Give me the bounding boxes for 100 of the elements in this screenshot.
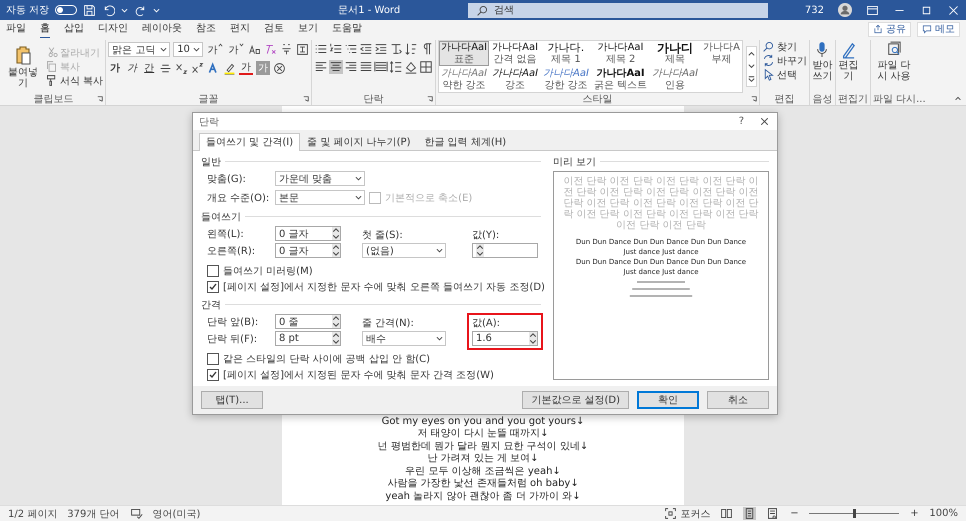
italic-button[interactable]: 가 xyxy=(125,61,140,75)
dialog-button[interactable]: 기본값으로 설정(D) xyxy=(522,391,629,409)
document-line: 난 가려져 있는 게 보여↓ xyxy=(427,453,539,466)
document-line: yeah 놀라지 않아 괜찮아 좀 더 가까이 와↓ xyxy=(385,490,581,503)
zoom-in-button[interactable]: + xyxy=(909,508,920,519)
style-item[interactable]: 가나다AaI 제목 2 xyxy=(592,41,650,66)
ribbon-tab[interactable]: 참조 xyxy=(196,19,216,39)
field-label: 오른쪽(R): xyxy=(207,244,256,258)
search-field[interactable]: 검색 xyxy=(468,2,768,18)
dialog-button[interactable]: 탭(T)... xyxy=(201,391,263,409)
checkbox-label: [페이지 설정]에서 지정한 문자 수에 맞춰 오른쪽 들여쓰기 자동 조정(D) xyxy=(223,281,545,294)
line-spacing-dropdown[interactable]: 배수 xyxy=(362,331,446,346)
previous-paragraph-text: 이전 단락 이전 단락 이전 단락 이전 단락 이전 단락 이전 단락 이전 단락 이전 단락 이전 단락 이전 단락 이전 단락 이전 단락 이전 단락 이전 단락 이전 단락 이전 단락 이전 단락 이전 단락 이전 단락 xyxy=(562,176,760,231)
dialog-button[interactable]: 확인 xyxy=(637,391,699,409)
group-label: 글꼴 xyxy=(198,93,219,106)
share-button[interactable]: 공유 xyxy=(868,22,911,36)
spin-field[interactable]: 0 줄 xyxy=(275,314,341,329)
style-item[interactable]: 가나다. 제목 1 xyxy=(541,41,591,66)
word-count[interactable]: 379개 단어 xyxy=(67,506,120,520)
dictate-button[interactable]: 받아쓰기 xyxy=(812,40,833,82)
group-label: 편집기 xyxy=(838,93,868,106)
paste-button[interactable]: 붙여넣기 xyxy=(4,44,42,89)
field-label: 줄 간격(N): xyxy=(362,317,415,329)
checkbox-label: 들여쓰기 미러링(M) xyxy=(223,265,313,278)
editing-button[interactable]: 바꾸기 xyxy=(762,54,807,67)
dialog-tab[interactable]: 들여쓰기 및 간격(I) xyxy=(199,133,300,151)
zoom-level[interactable]: 100% xyxy=(929,508,958,519)
language-label[interactable]: 영어(미국) xyxy=(152,506,200,520)
spin-field[interactable]: 0 글자 xyxy=(275,243,341,258)
shrink-font-button[interactable]: 가 xyxy=(227,42,246,56)
outline-level-dropdown[interactable]: 본문 xyxy=(275,190,365,205)
spin-field[interactable]: 1.6 xyxy=(472,331,538,346)
document-line: 우린 모두 이상해 조금씩은 yeah↓ xyxy=(405,466,561,478)
first-line-dropdown[interactable]: (없음) xyxy=(362,243,446,258)
field-label: 개요 수준(O): xyxy=(207,192,270,204)
section-heading: 미리 보기 xyxy=(553,156,596,168)
group-label: 스타일 xyxy=(582,93,613,106)
window-title: 문서1 - Word xyxy=(338,4,400,17)
style-item[interactable]: 가나디 제목 xyxy=(650,41,700,66)
field-label: 값(Y): xyxy=(472,229,500,241)
document-line: 넌 평범한데 뭔가 달라 뭔지 묘한 구석이 있네↓ xyxy=(378,440,588,453)
editing-button[interactable]: 찾기 xyxy=(762,40,797,53)
page-count[interactable]: 1/2 페이지 xyxy=(8,506,58,520)
section-heading: 일반 xyxy=(201,156,221,168)
spin-field[interactable]: 0 글자 xyxy=(275,226,341,241)
group-label: 단락 xyxy=(364,93,384,106)
grow-font-button[interactable]: 가 xyxy=(206,42,224,56)
style-item[interactable]: 가나다AaI 굵은 텍스트 xyxy=(592,67,650,92)
focus-button[interactable]: 포커스 xyxy=(664,506,710,520)
document-line: 사람을 가장한 낯선 존재들처럼 oh baby↓ xyxy=(387,478,579,490)
ribbon-tab[interactable]: 레이아웃 xyxy=(142,19,182,39)
dialog-button[interactable]: 취소 xyxy=(707,391,769,409)
style-item[interactable]: 가나다AaI 강한 강조 xyxy=(541,67,591,92)
group-label: 음성 xyxy=(812,93,832,106)
style-item[interactable]: 가나다AaI 간격 없음 xyxy=(490,41,540,66)
style-item[interactable]: 가나다A 부제 xyxy=(701,41,742,66)
help-button[interactable]: ? xyxy=(738,116,744,127)
field-label: 맞춤(G): xyxy=(207,172,247,186)
section-heading: 들여쓰기 xyxy=(201,210,241,224)
document-line: 저 태양이 다시 눈뜰 때까지↓ xyxy=(417,428,549,440)
zoom-out-button[interactable]: − xyxy=(789,508,800,519)
group-label: 편집 xyxy=(774,93,794,106)
field-label: 값(A): xyxy=(472,317,502,329)
style-item[interactable]: 가나다AaI 약한 강조 xyxy=(439,67,490,92)
section-heading: 간격 xyxy=(201,298,221,312)
autosave-label: 자동 저장 xyxy=(6,4,50,17)
ribbon-tab[interactable]: 편지 xyxy=(230,19,250,39)
bold-button[interactable]: 가 xyxy=(108,61,122,75)
font-size-field[interactable]: 10 xyxy=(173,42,204,57)
font-color-button[interactable]: 가 xyxy=(239,61,254,75)
checkbox-label: [페이지 설정]에서 지정된 문자 수에 맞춰 문자 간격 조정(W) xyxy=(223,369,494,382)
group-label: 파일 다시... xyxy=(872,93,926,106)
style-item[interactable]: 가나다AaI 인용 xyxy=(650,67,700,92)
dialog-title: 단락 xyxy=(199,116,220,128)
clipboard-action-button[interactable]: 서식 복사 xyxy=(45,74,104,87)
ribbon-tab[interactable]: 도움말 xyxy=(332,19,362,39)
document-line: Got my eyes on you and you got yours↓ xyxy=(382,416,584,428)
ribbon-tab[interactable]: 삽입 xyxy=(64,19,84,39)
field-label: 단락 앞(B): xyxy=(207,316,260,328)
dialog-tab[interactable]: 한글 입력 체계(H) xyxy=(417,133,514,150)
ribbon-tab[interactable]: 보기 xyxy=(298,19,318,39)
comments-button[interactable]: 메모 xyxy=(917,22,960,36)
field-label: 첫 줄(S): xyxy=(362,229,404,241)
counter-label: 732 xyxy=(804,4,824,16)
editing-button[interactable]: 선택 xyxy=(762,68,797,81)
reuse-files-button[interactable]: 파일 다시 사용 xyxy=(872,40,915,82)
checkbox-label: 같은 스타일의 단락 사이에 공백 삽입 안 함(C) xyxy=(223,353,430,366)
dialog-tab[interactable]: 줄 및 페이지 나누기(P) xyxy=(300,133,418,150)
ribbon-tab[interactable]: 디자인 xyxy=(98,19,128,39)
ribbon-tab[interactable]: 파일 xyxy=(6,19,26,39)
group-label: 클립보드 xyxy=(34,93,74,106)
spin-field[interactable]: 8 pt xyxy=(275,331,341,346)
ribbon-tab[interactable]: 검토 xyxy=(264,19,284,39)
field-label: 단락 뒤(F): xyxy=(207,332,258,346)
style-item[interactable]: 가나다AaI 강조 xyxy=(490,67,540,92)
font-name-field[interactable]: 맑은 고딕 xyxy=(108,42,170,57)
alignment-dropdown[interactable]: 가운데 맞춤 xyxy=(275,171,365,186)
style-item[interactable]: 가나다AaI 표준 xyxy=(439,41,490,66)
underline-button[interactable]: 간 xyxy=(142,61,156,75)
editor-button[interactable]: 편집기 xyxy=(838,40,859,82)
